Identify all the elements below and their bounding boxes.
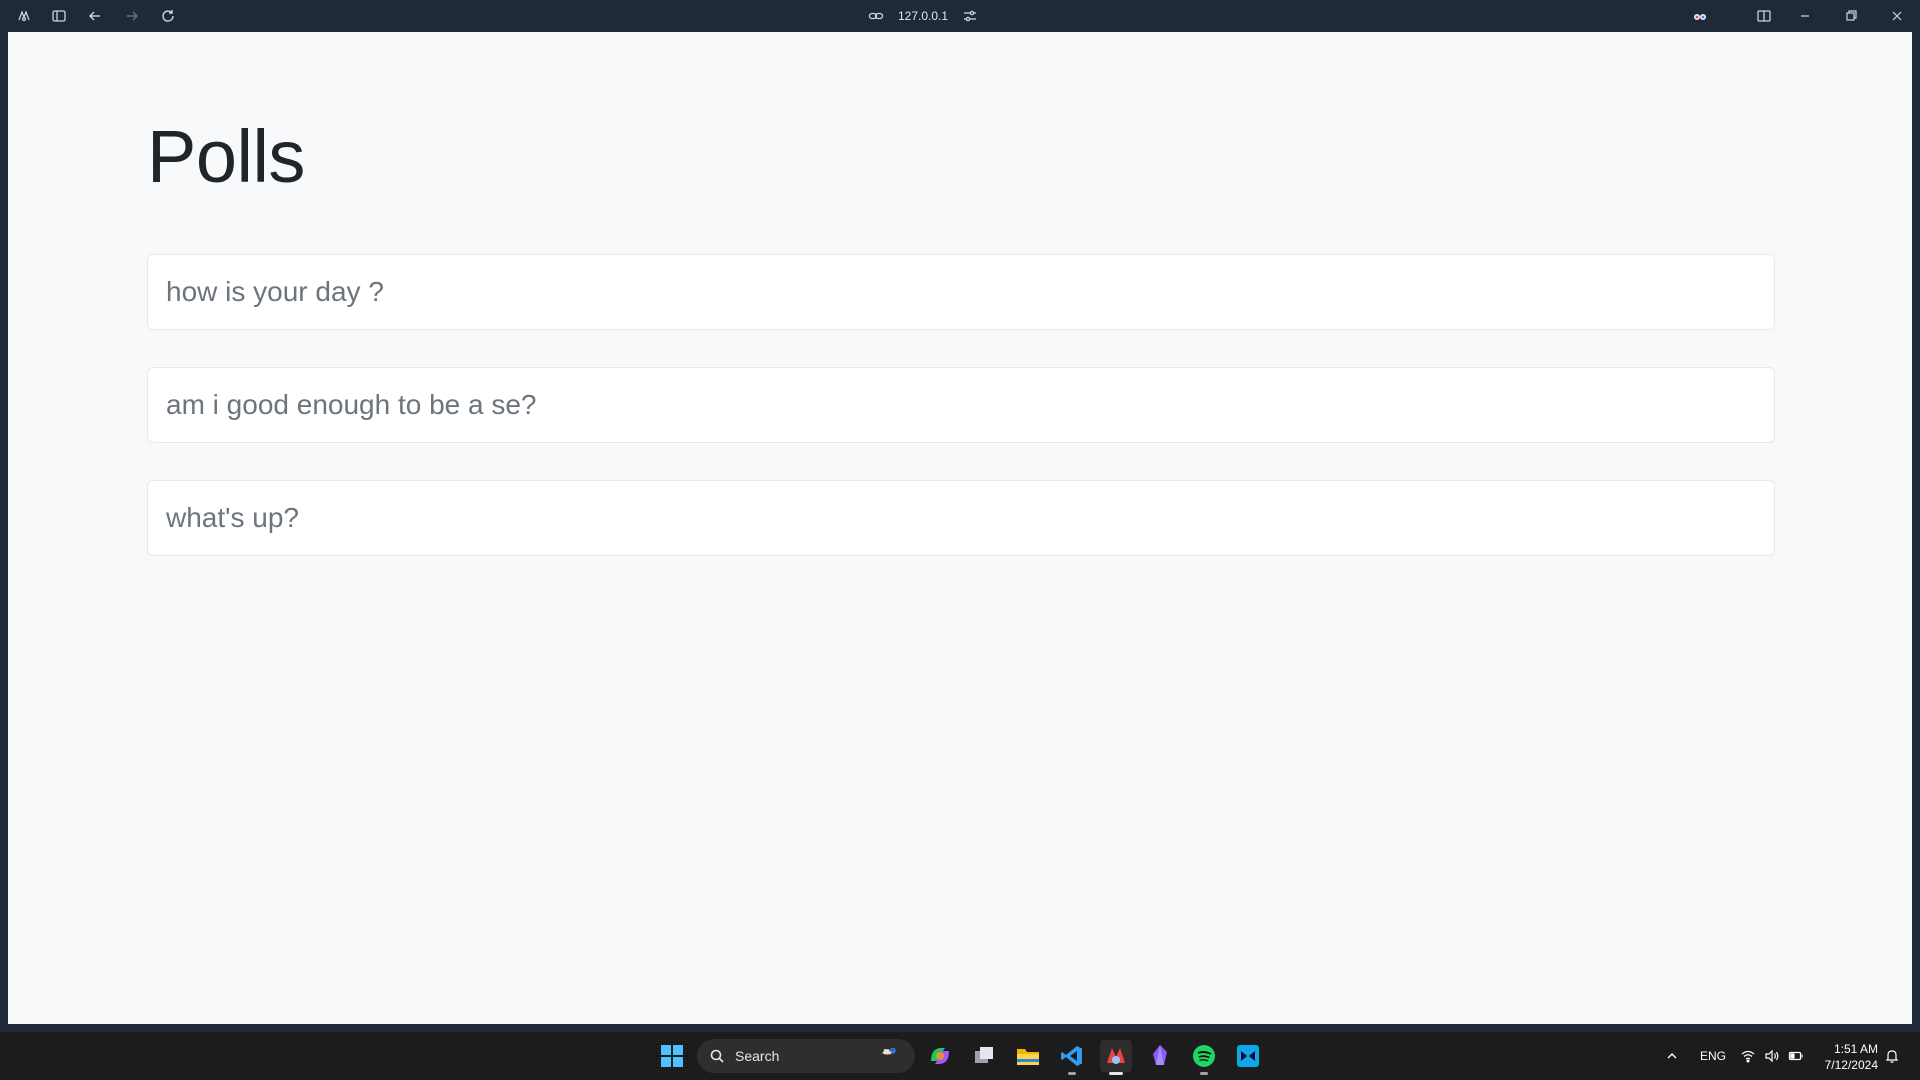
browser-logo-icon[interactable]: [12, 4, 36, 28]
browser-taskbar-icon[interactable]: [1100, 1040, 1132, 1075]
volume-icon[interactable]: [1764, 1048, 1780, 1064]
extension-icon[interactable]: [1688, 4, 1712, 28]
spotify-icon[interactable]: [1188, 1040, 1220, 1075]
split-view-icon[interactable]: [1752, 4, 1776, 28]
restore-icon[interactable]: [1836, 4, 1866, 28]
browser-titlebar: 127.0.0.1: [0, 0, 1920, 32]
obsidian-icon[interactable]: [1144, 1040, 1176, 1072]
search-highlight-icon: [882, 1047, 896, 1055]
forward-arrow-icon[interactable]: [120, 4, 144, 28]
windows-start-icon[interactable]: [656, 1040, 688, 1072]
notifications-icon[interactable]: [1884, 1032, 1900, 1080]
poll-question[interactable]: what's up?: [166, 502, 299, 534]
sidebar-toggle-icon[interactable]: [47, 4, 71, 28]
vscode-icon[interactable]: [1056, 1040, 1088, 1075]
search-icon: [710, 1049, 724, 1063]
wifi-icon[interactable]: [1740, 1048, 1756, 1064]
address-text[interactable]: 127.0.0.1: [898, 9, 948, 23]
poll-item[interactable]: am i good enough to be a se?: [147, 367, 1775, 443]
taskbar: Search ENG 1:51 AM 7/12/2024: [0, 1032, 1920, 1080]
show-hidden-icons[interactable]: [1664, 1032, 1680, 1080]
search-label: Search: [735, 1048, 780, 1064]
poll-item[interactable]: how is your day ?: [147, 254, 1775, 330]
task-view-icon[interactable]: [968, 1040, 1000, 1072]
battery-icon[interactable]: [1788, 1048, 1804, 1064]
poll-item[interactable]: what's up?: [147, 480, 1775, 556]
reload-icon[interactable]: [156, 4, 180, 28]
copilot-icon[interactable]: [924, 1040, 956, 1072]
poll-question[interactable]: how is your day ?: [166, 276, 384, 308]
address-bar[interactable]: 127.0.0.1: [868, 4, 978, 28]
taskbar-search-box[interactable]: Search: [697, 1039, 915, 1073]
language-indicator[interactable]: ENG: [1700, 1032, 1726, 1080]
page-viewport: Polls how is your day ? am i good enough…: [8, 32, 1912, 1024]
file-explorer-icon[interactable]: [1012, 1040, 1044, 1072]
site-settings-icon[interactable]: [962, 8, 978, 24]
terminal-app-icon[interactable]: [1232, 1040, 1264, 1072]
language-label[interactable]: ENG: [1700, 1049, 1726, 1063]
clock-date: 7/12/2024: [1824, 1058, 1878, 1072]
close-icon[interactable]: [1882, 4, 1912, 28]
system-tray[interactable]: [1740, 1032, 1804, 1080]
clock-time: 1:51 AM: [1833, 1042, 1878, 1056]
link-icon: [868, 12, 884, 20]
minimize-icon[interactable]: [1790, 4, 1820, 28]
chevron-up-icon[interactable]: [1664, 1048, 1680, 1064]
page-title: Polls: [147, 115, 305, 198]
taskbar-clock[interactable]: 1:51 AM 7/12/2024: [1825, 1041, 1878, 1073]
poll-list: how is your day ? am i good enough to be…: [147, 254, 1775, 593]
back-arrow-icon[interactable]: [83, 4, 107, 28]
poll-question[interactable]: am i good enough to be a se?: [166, 389, 537, 421]
